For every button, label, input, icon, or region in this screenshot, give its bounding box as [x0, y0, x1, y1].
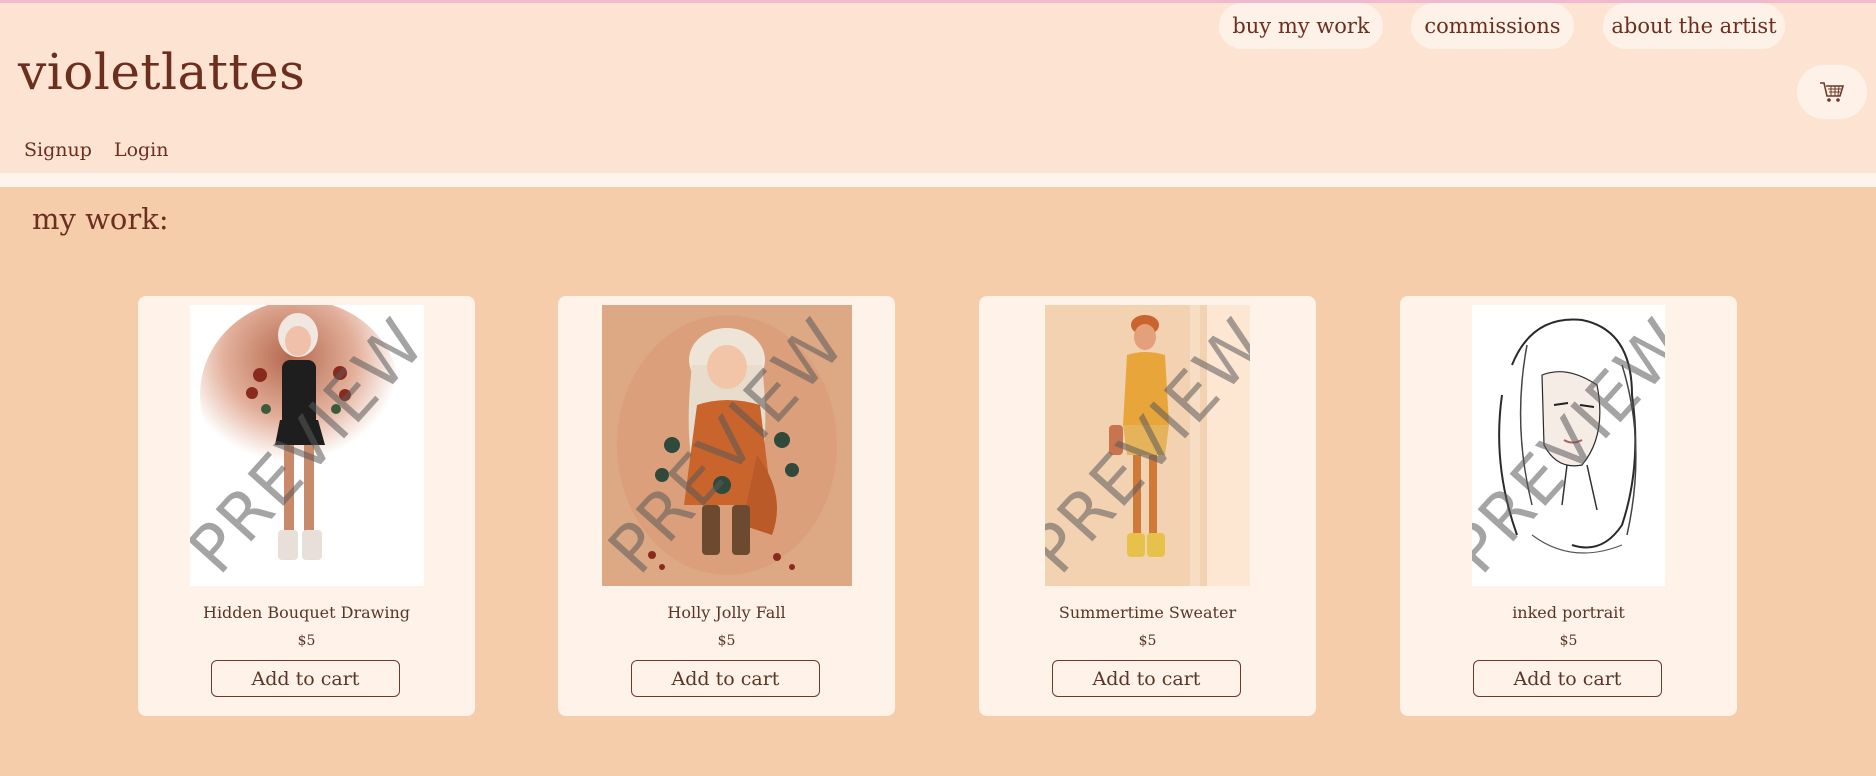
product-name[interactable]: inked portrait [1400, 603, 1737, 622]
product-image[interactable]: PREVIEW [1472, 305, 1665, 586]
product-price: $5 [1138, 633, 1157, 649]
product-price: $5 [717, 633, 736, 649]
signup-link[interactable]: Signup [24, 139, 92, 161]
section-title: my work: [32, 202, 169, 236]
cart-button[interactable] [1797, 65, 1867, 119]
product-name[interactable]: Hidden Bouquet Drawing [138, 603, 475, 622]
login-link[interactable]: Login [114, 139, 169, 161]
shopping-cart-icon [1820, 82, 1845, 102]
product-price: $5 [1559, 633, 1578, 649]
add-to-cart-button[interactable]: Add to cart [631, 660, 820, 697]
nav-commissions[interactable]: commissions [1411, 3, 1574, 49]
product-name[interactable]: Holly Jolly Fall [558, 603, 895, 622]
product-image[interactable]: PREVIEW [1045, 305, 1250, 586]
product-card: PREVIEW Hidden Bouquet Drawing $5 Add to… [138, 296, 475, 716]
product-image[interactable]: PREVIEW [190, 305, 424, 586]
product-card: PREVIEW Summertime Sweater $5 Add to car… [979, 296, 1316, 716]
nav-buy-my-work[interactable]: buy my work [1219, 3, 1383, 49]
add-to-cart-button[interactable]: Add to cart [1052, 660, 1241, 697]
product-card: PREVIEW Holly Jolly Fall $5 Add to cart [558, 296, 895, 716]
nav-about-the-artist[interactable]: about the artist [1603, 3, 1785, 49]
product-image[interactable]: PREVIEW [602, 305, 852, 586]
auth-links: Signup Login [24, 139, 185, 161]
product-card: PREVIEW inked portrait $5 Add to cart [1400, 296, 1737, 716]
add-to-cart-button[interactable]: Add to cart [211, 660, 400, 697]
add-to-cart-button[interactable]: Add to cart [1473, 660, 1662, 697]
product-price: $5 [297, 633, 316, 649]
site-title[interactable]: violetlattes [18, 43, 305, 101]
header-divider [0, 173, 1876, 187]
product-name[interactable]: Summertime Sweater [979, 603, 1316, 622]
site-header: violetlattes Signup Login buy my work co… [0, 3, 1876, 173]
